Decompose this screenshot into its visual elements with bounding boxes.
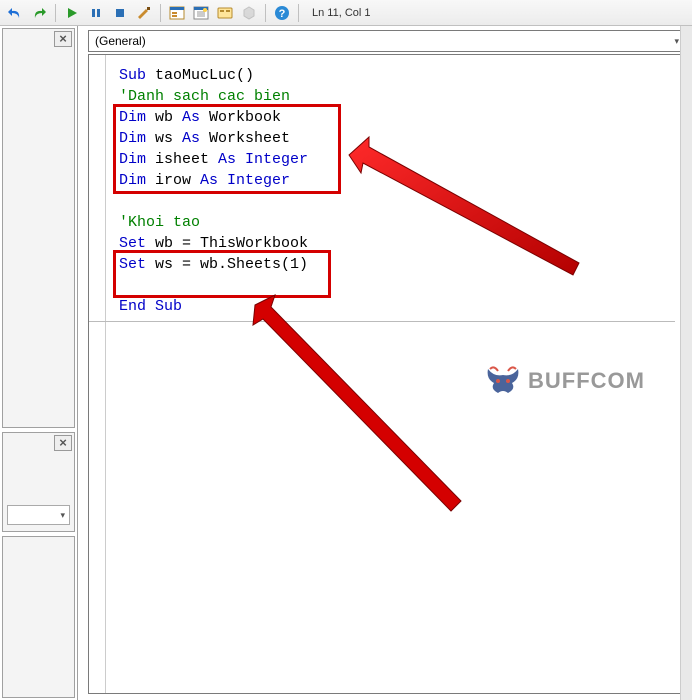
code-text: wb: [146, 109, 182, 126]
properties-window-icon: [193, 5, 209, 21]
cursor-position: Ln 11, Col 1: [312, 7, 371, 19]
workspace: × × ▾ (General) ▾ Sub taoMucLuc() 'Danh …: [0, 26, 692, 700]
design-mode-button[interactable]: [133, 2, 155, 24]
chevron-down-icon: ▾: [60, 510, 65, 521]
help-icon: ?: [274, 5, 290, 21]
keyword: Sub: [119, 67, 146, 84]
vertical-scrollbar[interactable]: [680, 26, 692, 700]
stop-icon: [114, 7, 126, 19]
comment: 'Danh sach cac bien: [119, 88, 290, 105]
keyword: End Sub: [119, 298, 182, 315]
keyword: As Integer: [218, 151, 308, 168]
keyword: Dim: [119, 109, 146, 126]
toolbar-separator: [160, 4, 161, 22]
run-button[interactable]: [61, 2, 83, 24]
keyword: As: [182, 130, 200, 147]
keyword: Set: [119, 256, 146, 273]
object-browser-icon: [217, 5, 233, 21]
code-text: ws: [146, 130, 182, 147]
code-text: Worksheet: [200, 130, 290, 147]
project-explorer-button[interactable]: [166, 2, 188, 24]
close-button[interactable]: ×: [54, 435, 72, 451]
break-button[interactable]: [85, 2, 107, 24]
break-icon: [90, 7, 102, 19]
lower-pane: [2, 536, 75, 698]
code-text: wb = ThisWorkbook: [146, 235, 308, 252]
redo-icon: [31, 5, 47, 21]
keyword: Dim: [119, 151, 146, 168]
stop-button[interactable]: [109, 2, 131, 24]
undo-icon: [7, 5, 23, 21]
toolbar-separator: [298, 4, 299, 22]
code-text: irow: [146, 172, 200, 189]
left-column: × × ▾: [0, 26, 78, 700]
keyword: Set: [119, 235, 146, 252]
keyword: As Integer: [200, 172, 290, 189]
keyword: Dim: [119, 172, 146, 189]
help-button[interactable]: ?: [271, 2, 293, 24]
run-icon: [66, 7, 78, 19]
close-button[interactable]: ×: [54, 31, 72, 47]
properties-pane: × ▾: [2, 432, 75, 532]
object-selector[interactable]: (General) ▾: [88, 30, 686, 52]
svg-text:?: ?: [279, 8, 286, 20]
toolbox-icon: [241, 5, 257, 21]
project-explorer-icon: [169, 5, 185, 21]
comment: 'Khoi tao: [119, 214, 200, 231]
code-editor[interactable]: Sub taoMucLuc() 'Danh sach cac bien Dim …: [88, 54, 686, 694]
toolbar-separator: [55, 4, 56, 22]
object-procedure-bar: (General) ▾: [88, 30, 686, 52]
toolbar-separator: [265, 4, 266, 22]
keyword: Dim: [119, 130, 146, 147]
properties-button[interactable]: [190, 2, 212, 24]
code-text: taoMucLuc(): [146, 67, 254, 84]
toolbox-button[interactable]: [238, 2, 260, 24]
code-text: Workbook: [200, 109, 281, 126]
properties-object-select[interactable]: ▾: [7, 505, 70, 525]
object-browser-button[interactable]: [214, 2, 236, 24]
undo-button[interactable]: [4, 2, 26, 24]
redo-button[interactable]: [28, 2, 50, 24]
toolbar: ? Ln 11, Col 1: [0, 0, 692, 26]
keyword: As: [182, 109, 200, 126]
design-mode-icon: [136, 5, 152, 21]
code-content: Sub taoMucLuc() 'Danh sach cac bien Dim …: [89, 55, 685, 374]
chevron-down-icon: ▾: [674, 36, 679, 47]
procedure-divider: [89, 321, 675, 322]
editor-column: (General) ▾ Sub taoMucLuc() 'Danh sach c…: [78, 26, 692, 700]
code-text: ws = wb.Sheets(1): [146, 256, 308, 273]
object-selector-value: (General): [95, 34, 146, 48]
code-text: isheet: [146, 151, 218, 168]
project-explorer-pane: ×: [2, 28, 75, 428]
